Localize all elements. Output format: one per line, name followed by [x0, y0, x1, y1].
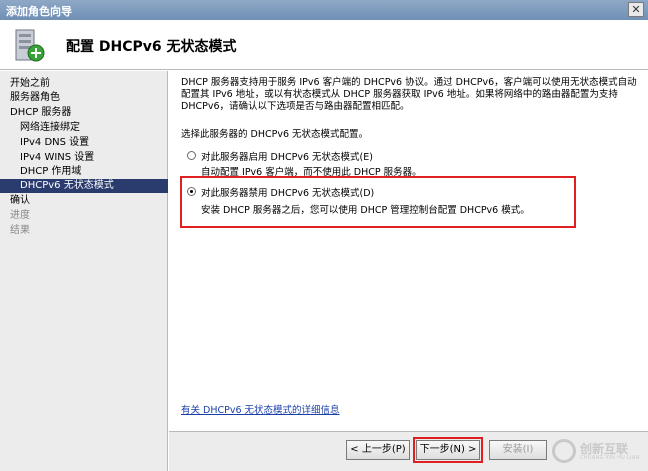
disable-stateless-label[interactable]: 对此服务器禁用 DHCPv6 无状态模式(D)	[201, 185, 374, 199]
enable-stateless-radio[interactable]	[187, 151, 196, 160]
wizard-header: 配置 DHCPv6 无状态模式	[0, 20, 648, 70]
back-button[interactable]: < 上一步(P)	[346, 440, 410, 460]
sidebar-item-dhcpv6-stateless[interactable]: DHCPv6 无状态模式	[0, 179, 168, 193]
close-button[interactable]: ✕	[628, 2, 644, 17]
disable-stateless-radio[interactable]	[187, 187, 196, 196]
selection-prompt: 选择此服务器的 DHCPv6 无状态模式配置。	[181, 129, 369, 140]
sidebar-item-ipv4-wins[interactable]: IPv4 WINS 设置	[0, 151, 168, 165]
next-button[interactable]: 下一步(N) >	[416, 440, 480, 460]
watermark-subtext: CHUANG XIN HU LIAN	[580, 455, 640, 461]
wizard-content: DHCP 服务器支持用于服务 IPv6 客户端的 DHCPv6 协议。通过 DH…	[169, 71, 648, 431]
help-link[interactable]: 有关 DHCPv6 无状态模式的详细信息	[181, 402, 340, 416]
watermark-circle-icon	[552, 439, 576, 463]
window-title: 添加角色向导	[6, 5, 72, 18]
enable-stateless-label[interactable]: 对此服务器启用 DHCPv6 无状态模式(E)	[201, 149, 373, 163]
sidebar-item-ipv4-dns[interactable]: IPv4 DNS 设置	[0, 136, 168, 150]
description-text: DHCP 服务器支持用于服务 IPv6 客户端的 DHCPv6 协议。通过 DH…	[181, 77, 637, 112]
sidebar-item-network-binding[interactable]: 网络连接绑定	[0, 121, 168, 135]
title-bar: 添加角色向导 ✕	[0, 0, 648, 20]
wizard-steps-sidebar: 开始之前 服务器角色 DHCP 服务器 网络连接绑定 IPv4 DNS 设置 I…	[0, 71, 168, 471]
watermark-logo: 创新互联 CHUANG XIN HU LIAN	[552, 439, 644, 465]
disable-stateless-description: 安装 DHCP 服务器之后，您可以使用 DHCP 管理控制台配置 DHCPv6 …	[201, 205, 530, 216]
page-title: 配置 DHCPv6 无状态模式	[66, 39, 237, 55]
sidebar-item-progress: 进度	[10, 210, 30, 221]
sidebar-item-confirm[interactable]: 确认	[0, 194, 168, 208]
sidebar-item-server-roles[interactable]: 服务器角色	[0, 91, 168, 105]
sidebar-item-dhcp-server[interactable]: DHCP 服务器	[0, 106, 168, 120]
sidebar-item-results: 结果	[10, 225, 30, 236]
sidebar-item-before-you-begin[interactable]: 开始之前	[0, 77, 168, 91]
install-button: 安装(I)	[489, 440, 547, 460]
sidebar-item-dhcp-scope[interactable]: DHCP 作用域	[0, 165, 168, 179]
server-add-icon	[15, 29, 45, 62]
